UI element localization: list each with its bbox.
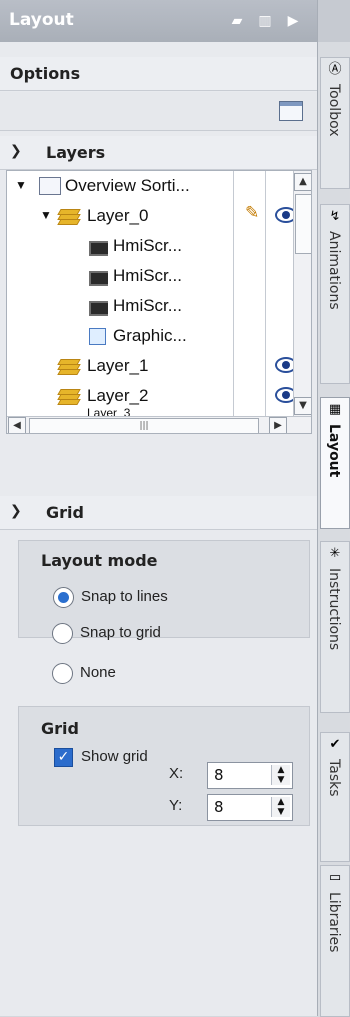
y-value: 8 [214, 798, 224, 816]
tab-label: Libraries [326, 892, 342, 953]
expand-arrow-icon[interactable]: ▼ [15, 178, 27, 192]
tasks-icon: ✔ [329, 737, 341, 752]
panel-titlebar: Layout ▰ ▥ ▶ [0, 0, 317, 42]
grid-label: Grid [46, 503, 84, 522]
tab-tasks[interactable]: ✔ Tasks [320, 732, 350, 862]
tree-label: Layer_1 [87, 356, 149, 375]
tab-toolbox[interactable]: Ⓐ Toolbox [320, 57, 350, 189]
tree-label: HmiScr... [113, 236, 182, 255]
layer-icon [57, 359, 81, 375]
collapse-arrow-icon[interactable]: ▶ [285, 13, 301, 29]
tab-label: Layout [326, 424, 342, 478]
show-grid-label: Show grid [81, 748, 148, 765]
scroll-thumb[interactable]: ||| [29, 418, 259, 433]
spinner-arrows-icon[interactable]: ▲ ▼ [271, 797, 290, 817]
layout-icon: ▦ [328, 402, 342, 417]
screen-icon [39, 177, 61, 195]
tree-row-layer[interactable]: Layer_1 [7, 351, 297, 382]
panel-title: Layout [9, 10, 74, 30]
options-header[interactable]: Options [0, 57, 317, 91]
scroll-down-icon[interactable]: ▼ [294, 397, 311, 415]
horizontal-scrollbar[interactable]: ◀ ||| ▶ [7, 416, 311, 433]
scroll-thumb[interactable] [295, 194, 311, 254]
chevron-down-icon: ❯ [10, 503, 22, 519]
spinner-arrows-icon[interactable]: ▲ ▼ [271, 765, 290, 785]
tree-label: Graphic... [113, 326, 187, 345]
tree-label: HmiScr... [113, 266, 182, 285]
side-tab-top-bar [318, 0, 350, 42]
toolbox-icon: Ⓐ [328, 62, 342, 77]
libraries-icon: ▭ [328, 870, 342, 885]
snap-to-lines-label: Snap to lines [81, 588, 168, 605]
layers-header[interactable]: ❯ Layers [0, 136, 317, 170]
scroll-up-icon[interactable]: ▲ [294, 173, 311, 191]
tree-row-item[interactable]: HmiScr... [7, 291, 287, 322]
screen-item-icon [89, 301, 108, 316]
y-spinner[interactable]: 8 ▲ ▼ [207, 794, 293, 821]
float-icon[interactable]: ▰ [229, 13, 245, 29]
layer-icon [57, 389, 81, 405]
chevron-down-icon: ❯ [10, 143, 22, 159]
graphic-icon [89, 328, 106, 345]
none-radio[interactable] [52, 663, 73, 684]
window-icon[interactable] [279, 101, 303, 121]
tree-label: Layer_0 [87, 206, 149, 225]
tree-label: HmiScr... [113, 296, 182, 315]
tree-row-item[interactable]: HmiScr... [7, 231, 287, 262]
vertical-scrollbar[interactable]: ▲ ▼ [293, 171, 311, 416]
tab-label: Toolbox [326, 84, 342, 137]
grid-group: Grid ✓ Show grid X: 8 ▲ ▼ Y: 8 ▲ ▼ [18, 706, 310, 826]
tree-row-item[interactable]: Graphic... [7, 321, 287, 352]
x-spinner[interactable]: 8 ▲ ▼ [207, 762, 293, 789]
scroll-left-icon[interactable]: ◀ [8, 417, 26, 433]
layout-panel: Layout ▰ ▥ ▶ Options ❯ Layers ▼ Overview… [0, 0, 318, 1016]
screen-item-icon [89, 271, 108, 286]
animations-icon: ↯ [329, 209, 341, 224]
tree-label: Layer_3 [87, 407, 131, 416]
layer-icon [57, 209, 81, 225]
instructions-icon: ✳ [329, 546, 341, 561]
tree-row-layer[interactable]: ▼ Layer_0 ✎ [7, 201, 297, 232]
tree-row-item[interactable]: HmiScr... [7, 261, 287, 292]
layers-tree: ▼ Overview Sorti... ▼ Layer_0 ✎ HmiScr..… [6, 170, 312, 434]
tab-layout[interactable]: ▦ Layout [320, 397, 350, 529]
screen-item-icon [89, 241, 108, 256]
app-root: Layout ▰ ▥ ▶ Options ❯ Layers ▼ Overview… [0, 0, 350, 1017]
x-label: X: [169, 765, 184, 782]
snap-to-grid-label: Snap to grid [80, 624, 161, 641]
none-label: None [80, 664, 116, 681]
show-grid-checkbox[interactable]: ✓ [54, 748, 73, 767]
x-value: 8 [214, 766, 224, 784]
tab-animations[interactable]: ↯ Animations [320, 204, 350, 384]
pencil-icon: ✎ [245, 203, 260, 222]
tree-label: Overview Sorti... [65, 176, 190, 195]
tab-label: Animations [326, 231, 342, 310]
grid-header[interactable]: ❯ Grid [0, 496, 317, 530]
layers-label: Layers [46, 143, 106, 162]
tree-label: Layer_2 [87, 386, 149, 405]
tree-row-layer[interactable]: Layer_3 [7, 407, 287, 416]
layout-mode-title: Layout mode [41, 551, 158, 570]
expand-arrow-icon[interactable]: ▼ [40, 208, 52, 222]
options-toolbar [0, 92, 317, 131]
grid-group-title: Grid [41, 719, 79, 738]
options-label: Options [10, 64, 81, 83]
tab-instructions[interactable]: ✳ Instructions [320, 541, 350, 713]
tab-libraries[interactable]: ▭ Libraries [320, 865, 350, 1017]
snap-to-grid-radio[interactable] [52, 623, 73, 644]
snap-to-lines-radio[interactable] [53, 587, 74, 608]
split-icon[interactable]: ▥ [257, 13, 273, 29]
y-label: Y: [169, 797, 183, 814]
tree-row-screen[interactable]: ▼ Overview Sorti... [7, 171, 287, 202]
tab-label: Tasks [326, 759, 342, 797]
scroll-right-icon[interactable]: ▶ [269, 417, 287, 433]
tab-label: Instructions [326, 568, 342, 651]
side-tab-bar: Ⓐ Toolbox ↯ Animations ▦ Layout ✳ Instru… [318, 0, 350, 1017]
